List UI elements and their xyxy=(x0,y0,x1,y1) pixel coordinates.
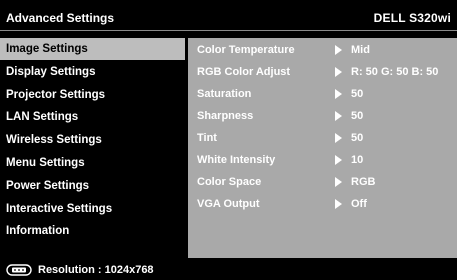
arrow-right-icon xyxy=(335,45,342,55)
setting-row-color-temperature[interactable]: Color Temperature Mid xyxy=(188,40,457,60)
setting-value: R: 50 G: 50 B: 50 xyxy=(351,66,439,78)
menu-item-projector-settings[interactable]: Projector Settings xyxy=(0,84,188,106)
setting-label: Color Temperature xyxy=(197,44,295,56)
setting-row-color-space[interactable]: Color Space RGB xyxy=(188,172,457,192)
setting-value: 10 xyxy=(351,154,364,166)
menu-item-image-settings[interactable]: Image Settings xyxy=(0,38,185,60)
resolution-text: Resolution : 1024x768 xyxy=(38,264,154,276)
arrow-right-icon xyxy=(335,67,342,77)
settings-panel: Color Temperature Mid RGB Color Adjust R… xyxy=(188,38,457,258)
menu-item-wireless-settings[interactable]: Wireless Settings xyxy=(0,129,188,151)
setting-row-white-intensity[interactable]: White Intensity 10 xyxy=(188,150,457,170)
menu-item-information[interactable]: Information xyxy=(0,220,188,242)
arrow-right-icon xyxy=(335,133,342,143)
setting-row-saturation[interactable]: Saturation 50 xyxy=(188,84,457,104)
osd-menu: Advanced Settings DELL S320wi Image Sett… xyxy=(0,0,457,280)
setting-row-rgb-color-adjust[interactable]: RGB Color Adjust R: 50 G: 50 B: 50 xyxy=(188,62,457,82)
arrow-right-icon xyxy=(335,177,342,187)
input-source-icon xyxy=(6,264,32,276)
setting-value: Mid xyxy=(351,44,370,56)
setting-label: Tint xyxy=(197,132,217,144)
setting-value: 50 xyxy=(351,132,364,144)
menu-item-menu-settings[interactable]: Menu Settings xyxy=(0,152,188,174)
setting-label: VGA Output xyxy=(197,198,260,210)
arrow-right-icon xyxy=(335,111,342,121)
arrow-right-icon xyxy=(335,89,342,99)
setting-label: Sharpness xyxy=(197,110,254,122)
setting-row-tint[interactable]: Tint 50 xyxy=(188,128,457,148)
setting-label: Saturation xyxy=(197,88,252,100)
category-menu: Image Settings Display Settings Projecto… xyxy=(0,38,188,243)
setting-label: White Intensity xyxy=(197,154,276,166)
arrow-right-icon xyxy=(335,199,342,209)
header-divider xyxy=(0,30,457,31)
menu-title: Advanced Settings xyxy=(6,11,115,25)
setting-row-vga-output[interactable]: VGA Output Off xyxy=(188,194,457,214)
projector-model: DELL S320wi xyxy=(373,11,451,25)
menu-item-power-settings[interactable]: Power Settings xyxy=(0,175,188,197)
setting-value: Off xyxy=(351,198,367,210)
menu-item-display-settings[interactable]: Display Settings xyxy=(0,61,188,83)
arrow-right-icon xyxy=(335,155,342,165)
setting-value: 50 xyxy=(351,110,364,122)
setting-label: RGB Color Adjust xyxy=(197,66,291,78)
setting-row-sharpness[interactable]: Sharpness 50 xyxy=(188,106,457,126)
osd-header: Advanced Settings DELL S320wi xyxy=(0,8,457,28)
setting-value: 50 xyxy=(351,88,364,100)
setting-value: RGB xyxy=(351,176,376,188)
menu-item-lan-settings[interactable]: LAN Settings xyxy=(0,106,188,128)
menu-item-interactive-settings[interactable]: Interactive Settings xyxy=(0,198,188,220)
setting-label: Color Space xyxy=(197,176,262,188)
